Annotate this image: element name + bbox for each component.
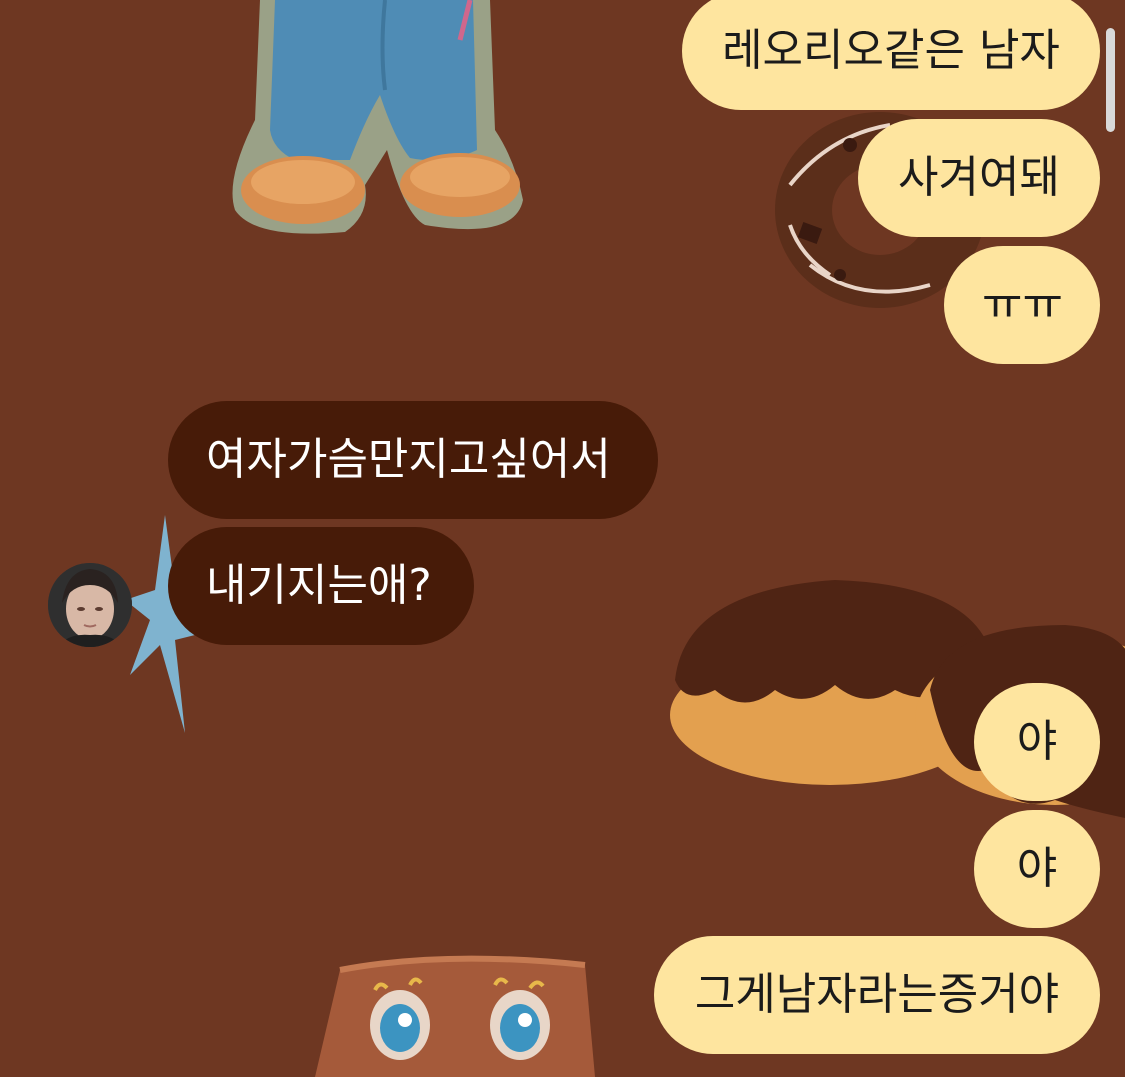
sent-message[interactable]: 야	[974, 683, 1100, 801]
sent-message[interactable]: 사겨여돼	[858, 119, 1100, 237]
cake-face-sticker	[315, 955, 595, 1077]
received-message[interactable]: 내기지는애?	[168, 527, 474, 645]
sent-message[interactable]: ㅠㅠ	[944, 246, 1100, 364]
user-avatar-icon	[48, 563, 132, 647]
sent-message[interactable]: 야	[974, 810, 1100, 928]
sender-avatar[interactable]	[48, 563, 132, 647]
sent-message[interactable]: 레오리오같은 남자	[682, 0, 1100, 110]
scrollbar[interactable]	[1106, 28, 1115, 132]
bear-legs-sticker	[232, 0, 523, 234]
received-message[interactable]: 여자가슴만지고싶어서	[168, 401, 658, 519]
sent-message[interactable]: 그게남자라는증거야	[654, 936, 1100, 1054]
chat-area[interactable]: 레오리오같은 남자 사겨여돼 ㅠㅠ 여자가슴만지고싶어서 내기지는애? 야 야 …	[0, 0, 1125, 1077]
